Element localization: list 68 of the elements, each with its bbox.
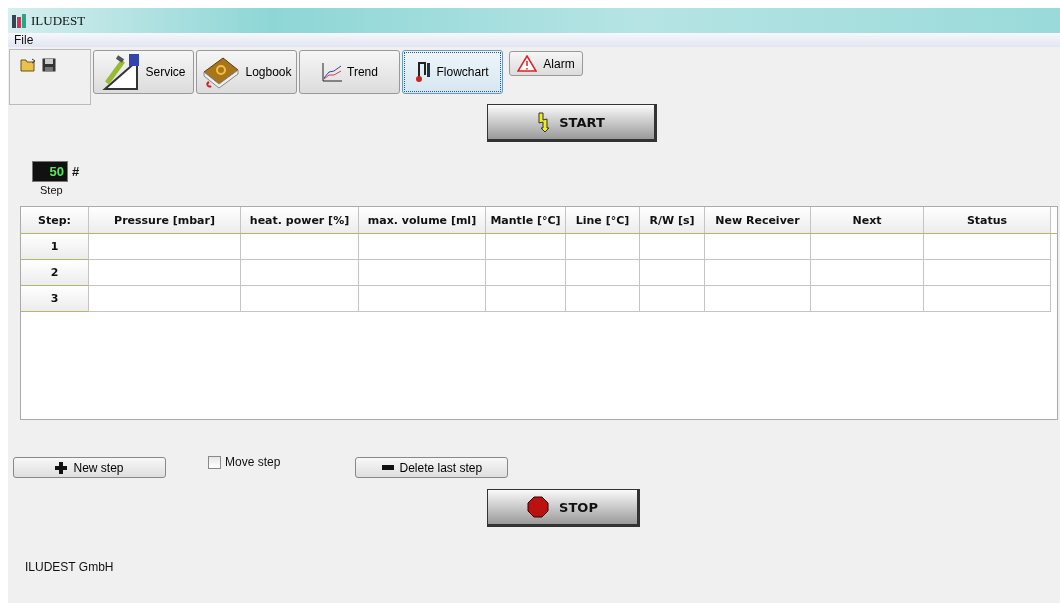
stop-sign-icon	[527, 496, 550, 518]
table-cell[interactable]	[811, 286, 924, 312]
column-header: New Receiver	[705, 207, 811, 233]
toolbar-tab[interactable]: Logbook	[196, 50, 297, 94]
table-cell[interactable]	[241, 234, 359, 260]
row-header: 3	[21, 286, 89, 312]
lightning-icon	[537, 112, 550, 132]
column-header: Next	[811, 207, 924, 233]
table-cell[interactable]	[640, 234, 705, 260]
company-label: ILUDEST GmbH	[25, 560, 115, 574]
tools-icon	[101, 53, 142, 91]
thermometer-icon	[416, 61, 433, 83]
column-header: R/W [s]	[640, 207, 705, 233]
toolbar-tab[interactable]: Trend	[299, 50, 400, 94]
table-cell[interactable]	[640, 286, 705, 312]
chart-icon	[321, 62, 344, 82]
table-cell[interactable]	[811, 234, 924, 260]
table-cell[interactable]	[811, 260, 924, 286]
table-cell[interactable]	[359, 286, 486, 312]
table-cell[interactable]	[705, 286, 811, 312]
column-header: Line [°C]	[566, 207, 640, 233]
new-step-button[interactable]: New step	[13, 457, 166, 478]
stop-button[interactable]: STOP	[487, 489, 640, 527]
minus-icon	[381, 465, 394, 470]
table-cell[interactable]	[566, 286, 640, 312]
table-cell[interactable]	[566, 234, 640, 260]
plus-icon	[55, 461, 68, 474]
table-cell[interactable]	[241, 260, 359, 286]
checkbox[interactable]	[208, 455, 221, 469]
alarm-button[interactable]: Alarm	[509, 51, 583, 76]
column-header: max. volume [ml]	[359, 207, 486, 233]
column-header: Mantle [°C]	[486, 207, 566, 233]
table-cell[interactable]	[924, 260, 1051, 286]
step-counter-display: 50	[32, 161, 68, 182]
table-cell[interactable]	[566, 260, 640, 286]
table-cell[interactable]	[486, 260, 566, 286]
table-cell[interactable]	[359, 260, 486, 286]
step-label: Step	[40, 184, 63, 196]
menu-item[interactable]: File	[14, 33, 34, 47]
row-header: 1	[21, 234, 89, 260]
table-cell[interactable]	[924, 234, 1051, 260]
toolbar-tab[interactable]: Service	[93, 50, 194, 94]
column-header: Step:	[21, 207, 89, 233]
folder-icon[interactable]	[20, 58, 36, 72]
table-cell[interactable]	[486, 286, 566, 312]
table-cell[interactable]	[640, 260, 705, 286]
table-cell[interactable]	[486, 234, 566, 260]
toolbar-tab[interactable]: Flowchart	[402, 50, 503, 94]
delete-step-button[interactable]: Delete last step	[355, 457, 509, 478]
save-icon[interactable]	[42, 58, 56, 72]
window-title: ILUDEST	[31, 12, 86, 29]
checkbox-label: Move step	[225, 455, 281, 469]
unit-label: #	[72, 164, 80, 179]
app-logo-icon	[12, 13, 28, 28]
column-header: Status	[924, 207, 1051, 233]
table-cell[interactable]	[705, 234, 811, 260]
table-cell[interactable]	[359, 234, 486, 260]
start-button[interactable]: START	[487, 104, 657, 142]
table-cell[interactable]	[89, 260, 241, 286]
table-cell[interactable]	[89, 286, 241, 312]
table-cell[interactable]	[241, 286, 359, 312]
column-header: Pressure [mbar]	[89, 207, 241, 233]
table-cell[interactable]	[924, 286, 1051, 312]
column-header: heat. power [%]	[241, 207, 359, 233]
table-cell[interactable]	[89, 234, 241, 260]
table-cell[interactable]	[705, 260, 811, 286]
row-header: 2	[21, 260, 89, 286]
warning-icon	[517, 55, 538, 72]
